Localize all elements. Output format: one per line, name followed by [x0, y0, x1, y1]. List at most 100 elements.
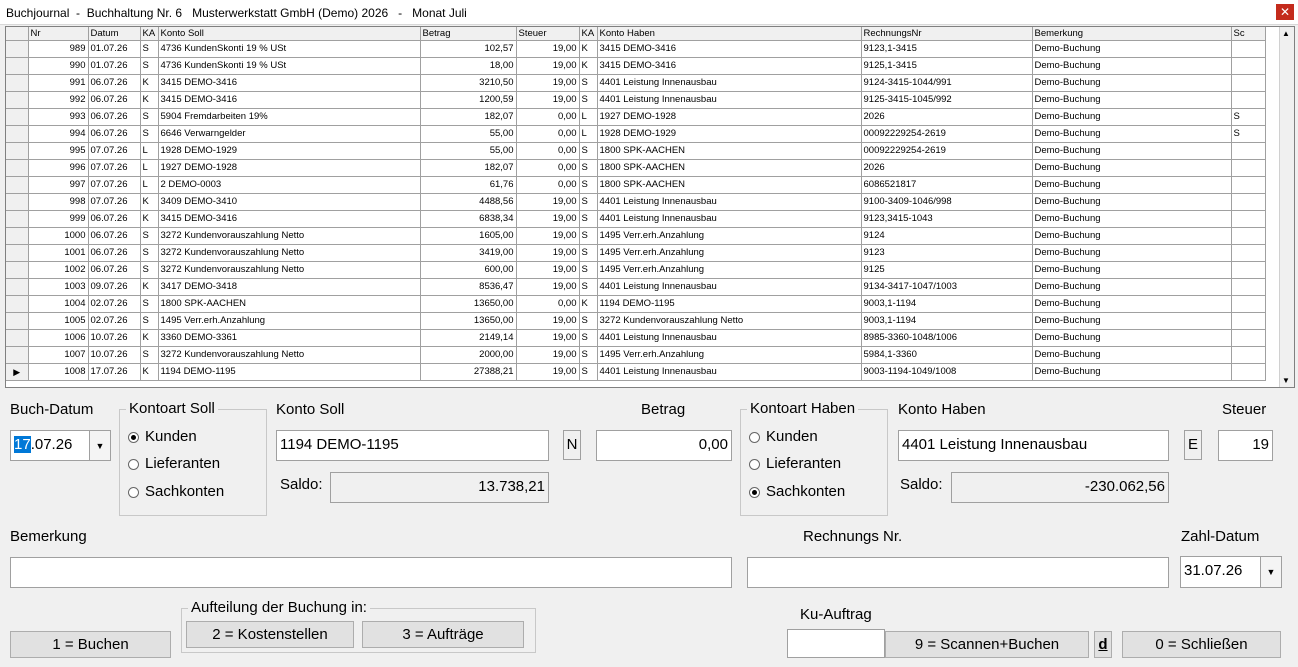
cell-konto-haben[interactable]: 4401 Leistung Innenausbau [597, 329, 862, 347]
cell-rechnungsnr[interactable]: 9123,1-3415 [861, 40, 1033, 58]
cell-rechnungsnr[interactable]: 9125-3415-1045/992 [861, 91, 1033, 109]
cell-steuer[interactable]: 0,00 [516, 125, 580, 143]
cell-indicator[interactable] [6, 74, 29, 92]
cell-rechnungsnr[interactable]: 00092229254-2619 [861, 125, 1033, 143]
table-row[interactable]: 995 07.07.26 L 1928 DEMO-1929 55,00 0,00 S 1800… [6, 142, 1266, 160]
col-header-konto-soll[interactable]: Konto Soll [158, 27, 421, 41]
cell-nr[interactable]: 997 [28, 176, 89, 194]
cell-ka-haben[interactable]: K [579, 57, 598, 75]
cell-steuer[interactable]: 19,00 [516, 57, 580, 75]
cell-steuer[interactable]: 19,00 [516, 346, 580, 364]
haben-radio-lieferanten[interactable]: Lieferanten [749, 455, 841, 472]
cell-sc[interactable] [1231, 74, 1266, 92]
cell-nr[interactable]: 995 [28, 142, 89, 160]
cell-nr[interactable]: 1007 [28, 346, 89, 364]
cell-sc[interactable]: S [1231, 125, 1266, 143]
table-row[interactable]: 1003 09.07.26 K 3417 DEMO-3418 8536,47 19,00 S… [6, 278, 1266, 296]
table-row[interactable]: 1002 06.07.26 S 3272 Kundenvorauszahlung Ne… [6, 261, 1266, 279]
buchen-button[interactable]: 1 = Buchen [10, 631, 171, 658]
cell-ka-haben[interactable]: S [579, 159, 598, 177]
cell-rechnungsnr[interactable]: 9003,1-1194 [861, 312, 1033, 330]
cell-steuer[interactable]: 19,00 [516, 261, 580, 279]
cell-ka-soll[interactable]: K [140, 74, 159, 92]
cell-rechnungsnr[interactable]: 2026 [861, 159, 1033, 177]
table-row[interactable]: 992 06.07.26 K 3415 DEMO-3416 1200,59 19,00 S 4… [6, 91, 1266, 109]
cell-ka-haben[interactable]: K [579, 40, 598, 58]
scroll-down-icon[interactable]: ▼ [1282, 376, 1290, 385]
cell-datum[interactable]: 17.07.26 [88, 363, 141, 381]
steuer-input[interactable]: 19 [1218, 430, 1273, 461]
cell-ka-soll[interactable]: S [140, 227, 159, 245]
cell-bemerkung[interactable]: Demo-Buchung [1032, 227, 1232, 245]
cell-steuer[interactable]: 19,00 [516, 210, 580, 228]
cell-konto-haben[interactable]: 1928 DEMO-1929 [597, 125, 862, 143]
table-row[interactable]: 1004 02.07.26 S 1800 SPK-AACHEN 13650,00 0,00… [6, 295, 1266, 313]
konto-haben-input[interactable]: 4401 Leistung Innenausbau [898, 430, 1169, 461]
col-header-rechnungsnr[interactable]: RechnungsNr [861, 27, 1033, 41]
col-header-ka-soll[interactable]: KA [140, 27, 159, 41]
cell-bemerkung[interactable]: Demo-Buchung [1032, 159, 1232, 177]
cell-rechnungsnr[interactable]: 8985-3360-1048/1006 [861, 329, 1033, 347]
cell-ka-haben[interactable]: S [579, 244, 598, 262]
grid-vertical-scrollbar[interactable]: ▲ ▼ [1279, 27, 1294, 387]
cell-datum[interactable]: 06.07.26 [88, 108, 141, 126]
soll-radio-sachkonten[interactable]: Sachkonten [128, 483, 224, 500]
cell-konto-soll[interactable]: 3272 Kundenvorauszahlung Netto [158, 346, 421, 364]
cell-bemerkung[interactable]: Demo-Buchung [1032, 261, 1232, 279]
cell-nr[interactable]: 1000 [28, 227, 89, 245]
cell-datum[interactable]: 06.07.26 [88, 125, 141, 143]
cell-indicator[interactable] [6, 244, 29, 262]
cell-datum[interactable]: 07.07.26 [88, 193, 141, 211]
cell-nr[interactable]: 992 [28, 91, 89, 109]
cell-steuer[interactable]: 19,00 [516, 193, 580, 211]
cell-ka-haben[interactable]: S [579, 210, 598, 228]
cell-ka-soll[interactable]: L [140, 142, 159, 160]
cell-bemerkung[interactable]: Demo-Buchung [1032, 329, 1232, 347]
cell-indicator[interactable] [6, 329, 29, 347]
cell-ka-haben[interactable]: L [579, 108, 598, 126]
cell-rechnungsnr[interactable]: 9003,1-1194 [861, 295, 1033, 313]
cell-ka-soll[interactable]: L [140, 176, 159, 194]
table-row[interactable]: 997 07.07.26 L 2 DEMO-0003 61,76 0,00 S 1800 SP… [6, 176, 1266, 194]
cell-datum[interactable]: 01.07.26 [88, 57, 141, 75]
table-row[interactable]: 1005 02.07.26 S 1495 Verr.erh.Anzahlung 1365… [6, 312, 1266, 330]
cell-indicator[interactable] [6, 142, 29, 160]
cell-konto-haben[interactable]: 4401 Leistung Innenausbau [597, 363, 862, 381]
cell-konto-soll[interactable]: 3272 Kundenvorauszahlung Netto [158, 227, 421, 245]
cell-steuer[interactable]: 0,00 [516, 142, 580, 160]
cell-bemerkung[interactable]: Demo-Buchung [1032, 312, 1232, 330]
cell-nr[interactable]: 1001 [28, 244, 89, 262]
cell-datum[interactable]: 07.07.26 [88, 176, 141, 194]
soll-radio-lieferanten[interactable]: Lieferanten [128, 455, 220, 472]
cell-steuer[interactable]: 19,00 [516, 91, 580, 109]
cell-sc[interactable] [1231, 312, 1266, 330]
cell-steuer[interactable]: 0,00 [516, 159, 580, 177]
cell-nr[interactable]: 989 [28, 40, 89, 58]
cell-ka-soll[interactable]: S [140, 108, 159, 126]
cell-steuer[interactable]: 19,00 [516, 74, 580, 92]
cell-steuer[interactable]: 0,00 [516, 108, 580, 126]
cell-konto-haben[interactable]: 1800 SPK-AACHEN [597, 142, 862, 160]
cell-konto-soll[interactable]: 3272 Kundenvorauszahlung Netto [158, 261, 421, 279]
cell-sc[interactable] [1231, 91, 1266, 109]
cell-sc[interactable] [1231, 57, 1266, 75]
cell-ka-soll[interactable]: S [140, 312, 159, 330]
cell-nr[interactable]: 990 [28, 57, 89, 75]
cell-betrag[interactable]: 6838,34 [420, 210, 517, 228]
cell-steuer[interactable]: 19,00 [516, 278, 580, 296]
col-header-betrag[interactable]: Betrag [420, 27, 517, 41]
cell-ka-soll[interactable]: K [140, 329, 159, 347]
cell-konto-haben[interactable]: 1800 SPK-AACHEN [597, 176, 862, 194]
cell-datum[interactable]: 07.07.26 [88, 142, 141, 160]
cell-konto-haben[interactable]: 4401 Leistung Innenausbau [597, 74, 862, 92]
cell-betrag[interactable]: 4488,56 [420, 193, 517, 211]
cell-konto-soll[interactable]: 3409 DEMO-3410 [158, 193, 421, 211]
cell-rechnungsnr[interactable]: 9123 [861, 244, 1033, 262]
cell-bemerkung[interactable]: Demo-Buchung [1032, 57, 1232, 75]
cell-konto-haben[interactable]: 1194 DEMO-1195 [597, 295, 862, 313]
cell-ka-haben[interactable]: S [579, 363, 598, 381]
buch-datum-dropdown-icon[interactable]: ▼ [89, 430, 111, 461]
cell-indicator[interactable] [6, 312, 29, 330]
cell-indicator[interactable] [6, 261, 29, 279]
cell-ka-haben[interactable]: K [579, 295, 598, 313]
